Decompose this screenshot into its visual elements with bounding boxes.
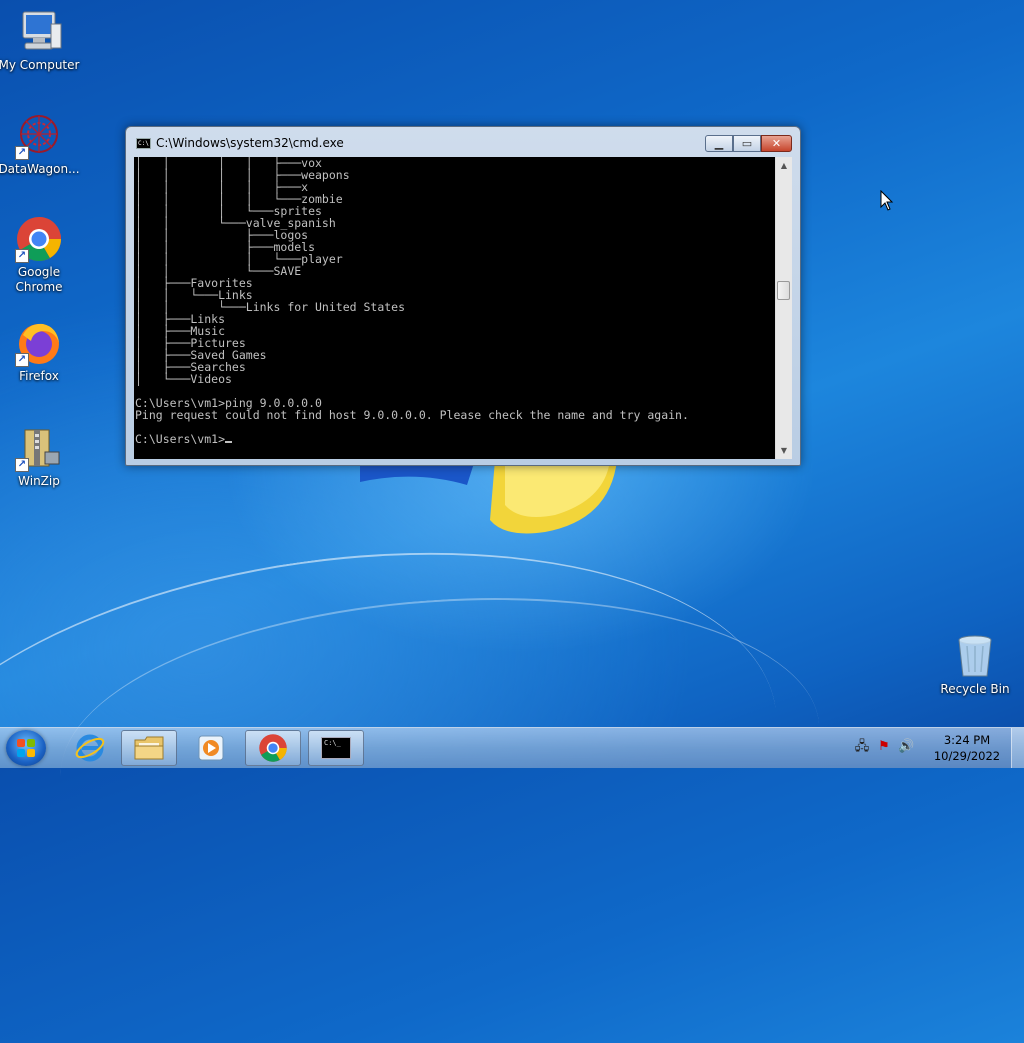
taskbar-item-command-prompt[interactable]: C:\_ <box>308 730 364 766</box>
start-button[interactable] <box>6 730 46 766</box>
internet-explorer-icon <box>75 734 105 762</box>
window-controls: ▁ ▭ ✕ <box>705 135 792 153</box>
shortcut-arrow-icon: ↗ <box>15 146 29 160</box>
shortcut-arrow-icon: ↗ <box>15 458 29 472</box>
clock-date: 10/29/2022 <box>933 749 1001 763</box>
desktop-icon-label: Recycle Bin <box>940 682 1010 696</box>
wallpaper-swoosh <box>0 499 805 1043</box>
text-cursor <box>225 441 233 443</box>
taskbar-item-internet-explorer[interactable] <box>62 730 118 766</box>
taskbar-item-media-player[interactable] <box>183 730 239 766</box>
close-icon: ✕ <box>771 137 782 150</box>
desktop-icon-datawagon[interactable]: ↗ DataWagon... <box>0 112 81 177</box>
media-player-icon <box>198 735 224 761</box>
minimize-icon: ▁ <box>714 137 724 150</box>
minimize-button[interactable]: ▁ <box>705 135 733 152</box>
window-title: C:\Windows\system32\cmd.exe <box>156 136 344 150</box>
terminal-output-area[interactable]: │ │ │ │ ├───vox │ │ │ │ ├───weapons │ │ … <box>134 157 775 459</box>
scroll-down-icon[interactable]: ▼ <box>776 442 792 459</box>
wallpaper-windows-logo <box>360 460 617 534</box>
mouse-pointer-icon <box>880 190 894 211</box>
clock-time: 3:24 PM <box>943 733 991 747</box>
folder-icon <box>134 736 164 760</box>
desktop-icon-label: My Computer <box>0 58 80 72</box>
shortcut-arrow-icon: ↗ <box>15 249 29 263</box>
taskbar-item-google-chrome[interactable] <box>245 730 301 766</box>
terminal-line: Ping request could not find host 9.0.0.0… <box>135 408 689 422</box>
network-icon[interactable]: 🖧 <box>854 739 870 755</box>
desktop-icon-google-chrome[interactable]: ↗ Google Chrome <box>0 215 81 295</box>
desktop-icon-recycle-bin[interactable]: Recycle Bin <box>933 632 1017 697</box>
show-desktop-button[interactable] <box>1011 728 1024 768</box>
windows-logo-icon <box>17 739 35 757</box>
terminal-output: │ │ │ │ ├───vox │ │ │ │ ├───weapons │ │ … <box>134 157 689 445</box>
action-center-icon[interactable]: ⚑ <box>876 739 892 755</box>
desktop-icon-label: WinZip <box>18 474 60 488</box>
shortcut-arrow-icon: ↗ <box>15 353 29 367</box>
recycle-bin-icon <box>958 635 992 677</box>
cmd-titlebar[interactable]: C:\ C:\Windows\system32\cmd.exe ▁ ▭ ✕ <box>126 127 800 157</box>
vertical-scrollbar[interactable]: ▲ ▼ <box>775 157 792 459</box>
maximize-icon: ▭ <box>741 137 753 150</box>
volume-icon[interactable]: 🔊 <box>898 739 914 755</box>
system-tray: 🖧 ⚑ 🔊 3:24 PM 10/29/2022 <box>854 728 1024 768</box>
taskbar: C:\_ 🖧 ⚑ 🔊 3:24 PM 10/29/2022 <box>0 727 1024 768</box>
desktop-icon-winzip[interactable]: ↗ WinZip <box>0 424 81 489</box>
desktop-icon-label: Firefox <box>19 369 59 383</box>
cmd-icon: C:\_ <box>321 737 351 759</box>
terminal-line: │ └───Videos <box>135 372 232 386</box>
cmd-window[interactable]: C:\ C:\Windows\system32\cmd.exe ▁ ▭ ✕ │ … <box>125 126 801 466</box>
clock[interactable]: 3:24 PM 10/29/2022 <box>932 732 1002 764</box>
maximize-button[interactable]: ▭ <box>733 135 761 152</box>
desktop-icon-label: Google Chrome <box>15 265 63 294</box>
terminal-line: C:\Users\vm1> <box>135 432 226 446</box>
chrome-icon <box>259 734 287 762</box>
desktop-icon-label: DataWagon... <box>0 162 80 176</box>
cmd-icon: C:\ <box>136 138 151 149</box>
scroll-up-icon[interactable]: ▲ <box>776 157 792 174</box>
taskbar-item-windows-explorer[interactable] <box>121 730 177 766</box>
scrollbar-thumb[interactable] <box>777 281 790 300</box>
desktop-icon-my-computer[interactable]: My Computer <box>0 8 81 73</box>
computer-icon <box>22 11 62 50</box>
desktop-icon-firefox[interactable]: ↗ Firefox <box>0 319 81 384</box>
close-button[interactable]: ✕ <box>761 135 792 152</box>
